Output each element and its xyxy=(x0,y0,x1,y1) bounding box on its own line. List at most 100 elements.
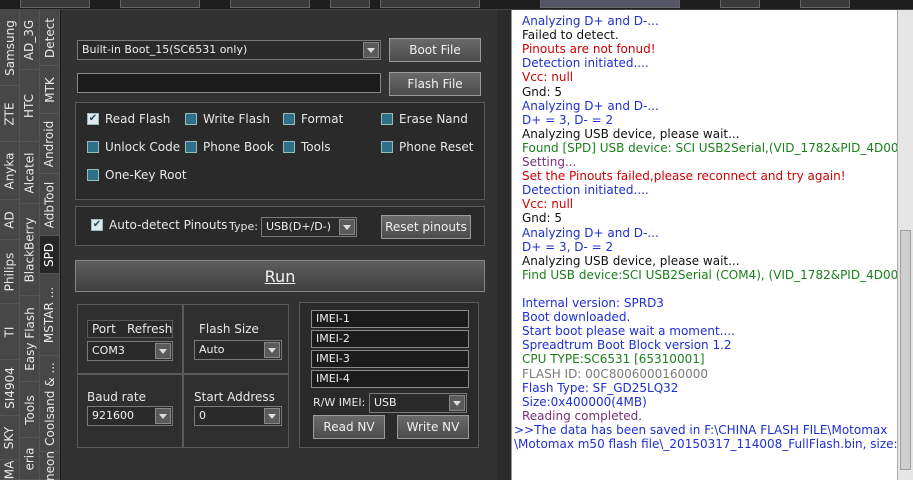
flash-size-value: Auto xyxy=(199,343,225,356)
checkbox-icon xyxy=(381,141,393,153)
checkbox-label: One-Key Root xyxy=(105,168,187,182)
write-nv-button[interactable]: Write NV xyxy=(397,415,469,439)
tab-spd[interactable]: SPD xyxy=(40,236,60,274)
refresh-port-link[interactable]: Refresh xyxy=(127,322,172,336)
tab-android[interactable]: Android xyxy=(40,114,60,174)
one-key-root-checkbox[interactable]: One-Key Root xyxy=(87,168,187,182)
chevron-down-icon[interactable] xyxy=(155,343,171,359)
read-flash-checkbox[interactable]: Read Flash xyxy=(87,112,170,126)
start-address-value: 0 xyxy=(199,409,206,422)
flash-file-button[interactable]: Flash File xyxy=(389,72,481,96)
log-line: Setting... xyxy=(522,155,577,169)
log-line: Found [SPD] USB device: SCI USB2Serial,(… xyxy=(522,140,897,155)
pinout-type-select[interactable]: USB(D+/D-) xyxy=(261,217,357,237)
top-segment[interactable] xyxy=(230,0,310,8)
log-line: D+ = 3, D- = 2 xyxy=(522,112,614,127)
advanced-form-tab[interactable] xyxy=(540,0,680,8)
tab-coolsand[interactable]: Coolsand & ... xyxy=(40,356,60,452)
baud-rate-select[interactable]: 921600 xyxy=(87,406,173,426)
start-address-label: Start Address xyxy=(194,390,275,404)
auto-detect-pinouts-checkbox[interactable]: Auto-detect Pinouts xyxy=(91,218,227,232)
erase-nand-checkbox[interactable]: Erase Nand xyxy=(381,112,468,126)
log-line: \Motomax m50 flash file\_20150317_114008… xyxy=(514,437,897,451)
tab-zte[interactable]: ZTE xyxy=(0,86,20,142)
flash-file-field[interactable] xyxy=(77,73,381,93)
type-label: Type: xyxy=(229,220,258,233)
read-nv-button[interactable]: Read NV xyxy=(313,415,385,439)
checkbox-label: Erase Nand xyxy=(399,112,468,126)
chevron-down-icon[interactable] xyxy=(264,342,280,358)
tab-label: Detect xyxy=(42,17,57,58)
tab-ti[interactable]: TI xyxy=(0,304,20,360)
top-segment[interactable] xyxy=(20,0,90,8)
imei-1-field[interactable]: IMEI-1 xyxy=(311,310,469,328)
tab-mtk[interactable]: MTK xyxy=(40,66,60,114)
phone-book-checkbox[interactable]: Phone Book xyxy=(185,140,274,154)
flash-size-group xyxy=(183,304,289,374)
tab-neon[interactable]: neon xyxy=(40,450,60,480)
log-scrollbar[interactable] xyxy=(897,10,913,480)
tab-si4904[interactable]: SI4904 xyxy=(0,360,20,416)
chevron-down-icon[interactable] xyxy=(339,219,355,235)
log-output[interactable]: Analyzing D+ and D-... Failed to detect. P… xyxy=(511,10,897,480)
boot-file-button[interactable]: Boot File xyxy=(389,38,481,62)
tab-adbtool[interactable]: AdbTool xyxy=(40,174,60,236)
reset-pinouts-button[interactable]: Reset pinouts xyxy=(381,215,471,239)
tab-easy-flash[interactable]: Easy Flash xyxy=(20,296,40,382)
top-segment[interactable] xyxy=(380,0,480,8)
spd-panel: Built-in Boot_15(SC6531 only) Boot File … xyxy=(60,10,497,480)
boot-select[interactable]: Built-in Boot_15(SC6531 only) xyxy=(77,40,381,60)
tools-checkbox[interactable]: Tools xyxy=(283,140,331,154)
imei-4-field[interactable]: IMEI-4 xyxy=(311,370,469,388)
log-line: Analyzing USB device, please wait... xyxy=(522,126,740,141)
tab-sky[interactable]: SKY xyxy=(0,416,20,460)
tab-ad[interactable]: AD xyxy=(0,200,20,240)
top-segment[interactable] xyxy=(800,0,850,8)
scrollbar-thumb[interactable] xyxy=(900,230,911,470)
tab-label: AdbTool xyxy=(42,181,57,228)
top-segment[interactable] xyxy=(120,0,200,8)
tab-ad-3g[interactable]: AD_3G xyxy=(20,10,40,70)
checkbox-label: Auto-detect Pinouts xyxy=(109,218,228,232)
checkbox-icon xyxy=(185,113,197,125)
unlock-code-checkbox[interactable]: Unlock Code xyxy=(87,140,180,154)
phone-reset-checkbox[interactable]: Phone Reset xyxy=(381,140,474,154)
format-checkbox[interactable]: Format xyxy=(283,112,343,126)
log-line: Vcc: null xyxy=(522,70,574,85)
tab-detect[interactable]: Detect xyxy=(40,10,60,66)
tab-philips[interactable]: Philips xyxy=(0,240,20,304)
tab-alcatel[interactable]: Alcatel xyxy=(20,142,40,204)
top-segment[interactable] xyxy=(720,0,760,8)
tab-label: AD xyxy=(2,210,17,229)
tab-label: neon xyxy=(42,450,57,480)
port-select[interactable]: COM3 xyxy=(87,341,173,361)
chevron-down-icon[interactable] xyxy=(264,408,280,424)
tab-htc[interactable]: HTC xyxy=(20,70,40,142)
tab-column-outer: Samsung ZTE Anyka AD Philips TI SI4904 S… xyxy=(0,10,20,480)
imei-3-field[interactable]: IMEI-3 xyxy=(311,350,469,368)
tab-label: Samsung xyxy=(2,19,17,76)
tab-mstar[interactable]: MSTAR ... xyxy=(40,274,60,356)
top-segment[interactable] xyxy=(330,0,370,8)
tab-tools[interactable]: Tools xyxy=(20,382,40,438)
tab-samsung[interactable]: Samsung xyxy=(0,10,20,86)
rw-imei-select[interactable]: USB xyxy=(369,393,467,413)
chevron-down-icon[interactable] xyxy=(363,42,379,58)
chevron-down-icon[interactable] xyxy=(155,408,171,424)
imei-2-field[interactable]: IMEI-2 xyxy=(311,330,469,348)
tab-label: SKY xyxy=(2,426,17,449)
log-line: Vcc: null xyxy=(522,197,574,212)
flash-size-select[interactable]: Auto xyxy=(194,340,282,360)
tab-label: MTK xyxy=(42,76,57,103)
start-address-select[interactable]: 0 xyxy=(194,406,282,426)
tab-blackberry[interactable]: BlackBerry xyxy=(20,204,40,296)
checkbox-icon xyxy=(381,113,393,125)
write-flash-checkbox[interactable]: Write Flash xyxy=(185,112,270,126)
log-line: Internal version: SPRD3 xyxy=(522,296,664,310)
run-button[interactable]: Run xyxy=(75,260,485,292)
tab-anyka[interactable]: Anyka xyxy=(0,142,20,200)
tab-ma[interactable]: MA xyxy=(0,460,20,480)
tab-label: MA xyxy=(2,460,17,479)
tab-eria[interactable]: eria xyxy=(20,438,40,480)
chevron-down-icon[interactable] xyxy=(449,395,465,411)
